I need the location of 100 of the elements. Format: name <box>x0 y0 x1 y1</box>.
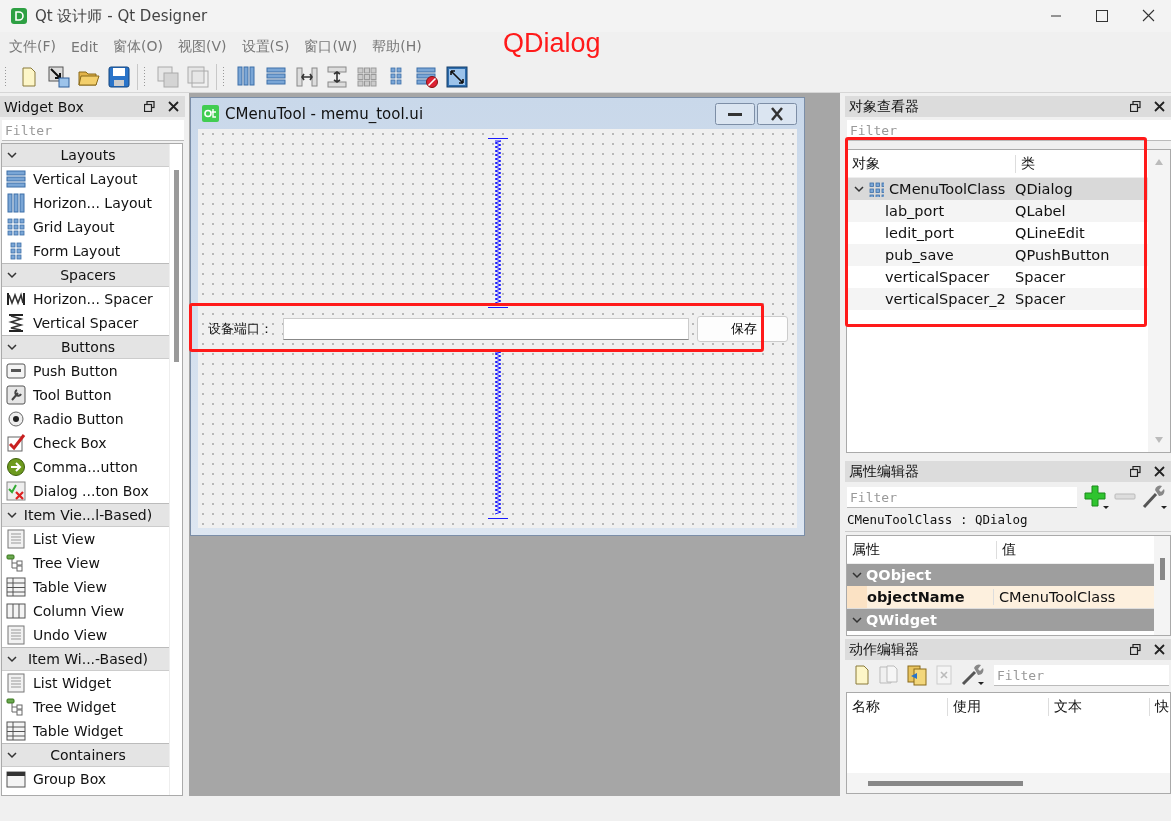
split-horizontal-icon[interactable] <box>296 66 318 88</box>
category-header[interactable]: Item Vie...l-Based) <box>2 503 169 527</box>
close-icon[interactable] <box>1154 644 1165 655</box>
widget-item[interactable]: Radio Button <box>33 411 124 427</box>
table-icon <box>6 577 26 597</box>
tree-row[interactable]: CMenuToolClass QDialog <box>847 178 1148 200</box>
widget-item[interactable]: Comma...utton <box>33 459 138 475</box>
float-icon[interactable] <box>144 101 155 112</box>
break-layout-icon[interactable] <box>416 66 438 88</box>
widget-item[interactable]: Table View <box>33 579 107 595</box>
float-icon[interactable] <box>1130 644 1141 655</box>
widget-item[interactable]: Tool Button <box>33 387 112 403</box>
widget-item[interactable]: Vertical Layout <box>33 171 138 187</box>
widget-item[interactable]: Grid Layout <box>33 219 115 235</box>
tree-row[interactable]: lab_port QLabel <box>847 200 1148 222</box>
columns-icon[interactable] <box>236 66 258 88</box>
menu-item[interactable]: 文件(F) <box>4 38 61 56</box>
widget-item[interactable]: Dialog ...ton Box <box>33 483 149 499</box>
property-row[interactable]: objectName CMenuToolClass <box>847 586 1154 609</box>
scrollbar-thumb[interactable] <box>868 780 1023 786</box>
column-header[interactable]: 属性 <box>847 540 997 559</box>
widget-item[interactable]: Tree Widget <box>33 699 116 715</box>
filter-field[interactable]: Filter <box>994 665 1169 686</box>
wrench-icon[interactable] <box>1141 484 1167 510</box>
column-header[interactable]: 类 <box>1016 154 1035 173</box>
category-header[interactable]: Buttons <box>2 335 169 359</box>
vertical-spacer-icon <box>6 313 26 333</box>
column-header[interactable]: 文本 <box>1049 698 1150 716</box>
widget-item[interactable]: Column View <box>33 603 125 619</box>
chevron-icon[interactable] <box>6 654 18 664</box>
minimize-icon[interactable] <box>715 102 755 125</box>
scrollbar[interactable] <box>1154 536 1170 635</box>
chevron-icon[interactable] <box>6 342 18 352</box>
category-header[interactable]: Spacers <box>2 263 169 287</box>
widget-item[interactable]: List View <box>33 531 96 547</box>
category-header[interactable]: Item Wi...-Based) <box>2 647 169 671</box>
wrench-icon <box>6 385 26 405</box>
tree-row[interactable]: verticalSpacer_2 Spacer <box>847 288 1148 310</box>
widget-item[interactable]: Horizon... Layout <box>33 195 152 211</box>
widget-item[interactable]: Vertical Spacer <box>33 315 139 331</box>
category-header[interactable]: Layouts <box>2 144 169 167</box>
widget-item[interactable]: List Widget <box>33 675 112 691</box>
tree-row[interactable]: pub_save QPushButton <box>847 244 1148 266</box>
column-header[interactable]: 快 <box>1150 698 1169 716</box>
close-icon[interactable] <box>168 101 179 112</box>
window-arrow-icon[interactable] <box>48 66 70 88</box>
widget-item[interactable]: Form Layout <box>33 243 121 259</box>
chevron-icon[interactable] <box>6 270 18 280</box>
panel-title: Widget Box <box>4 98 85 115</box>
category-header[interactable]: Containers <box>2 743 169 767</box>
close-icon[interactable] <box>757 102 797 125</box>
widget-item[interactable]: Check Box <box>33 435 107 451</box>
wrench-icon[interactable] <box>960 664 986 686</box>
float-icon[interactable] <box>1130 466 1141 477</box>
menu-item[interactable]: Edit <box>66 39 104 55</box>
text-field[interactable] <box>283 317 689 340</box>
widget-item[interactable]: Group Box <box>33 771 107 787</box>
documents-icon[interactable] <box>906 664 928 686</box>
filter-field[interactable]: Filter <box>2 120 184 141</box>
scrollbar[interactable] <box>169 144 182 795</box>
chevron-icon[interactable] <box>851 615 863 625</box>
column-header[interactable]: 值 <box>997 540 1016 559</box>
float-icon[interactable] <box>1130 101 1141 112</box>
resize-icon[interactable] <box>446 66 468 88</box>
filter-field[interactable]: Filter <box>847 487 1077 508</box>
close-icon[interactable] <box>1154 101 1165 112</box>
rows-icon[interactable] <box>266 66 288 88</box>
split-vertical-icon[interactable] <box>326 66 348 88</box>
menu-item[interactable]: 视图(V) <box>173 38 232 56</box>
widget-item[interactable]: Horizon... Spacer <box>33 291 153 307</box>
widget-item[interactable]: Undo View <box>33 627 108 643</box>
tree-row[interactable]: verticalSpacer Spacer <box>847 266 1148 288</box>
menu-item[interactable]: 设置(S) <box>236 38 295 56</box>
save-button[interactable]: 保存 <box>697 315 788 342</box>
tree-row[interactable]: ledit_port QLineEdit <box>847 222 1148 244</box>
chevron-icon[interactable] <box>853 184 865 194</box>
vertical-layout-icon <box>6 169 26 189</box>
chevron-icon[interactable] <box>6 510 18 520</box>
filter-field[interactable]: Filter <box>847 120 1171 141</box>
list-icon <box>6 625 26 645</box>
columns-icon <box>6 601 26 621</box>
menu-item[interactable]: 窗口(W) <box>299 38 363 56</box>
menu-item[interactable]: 窗体(O) <box>108 38 169 56</box>
widget-item[interactable]: Push Button <box>33 363 118 379</box>
scrollbar-thumb[interactable] <box>173 170 179 362</box>
save-icon[interactable] <box>108 66 130 88</box>
scrollbar-thumb[interactable] <box>1159 558 1165 580</box>
chevron-icon[interactable] <box>6 150 18 160</box>
column-header[interactable]: 使用 <box>948 698 1049 716</box>
plus-icon[interactable] <box>1083 484 1109 510</box>
close-icon[interactable] <box>1154 466 1165 477</box>
horizontal-layout-icon <box>6 193 26 213</box>
column-header[interactable]: 名称 <box>847 698 948 716</box>
chevron-icon[interactable] <box>851 570 863 580</box>
widget-item[interactable]: Table Widget <box>33 723 123 739</box>
column-header[interactable]: 对象 <box>847 154 1016 173</box>
menu-item[interactable]: 帮助(H) <box>367 38 427 56</box>
scrollbar[interactable] <box>847 773 1170 793</box>
widget-item[interactable]: Tree View <box>33 555 100 571</box>
chevron-icon[interactable] <box>6 750 18 760</box>
